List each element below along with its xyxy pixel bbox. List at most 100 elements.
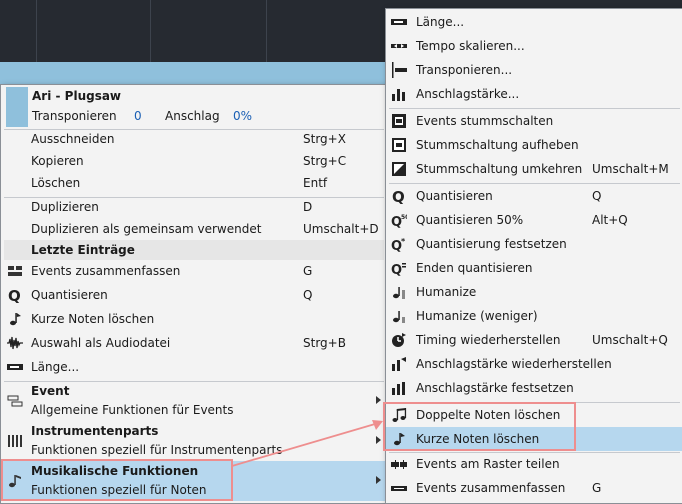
menu-item-duplicate[interactable]: Duplizieren D (1, 195, 387, 219)
menu-item-label: Events zusammenfassen (31, 264, 181, 278)
humanize-icon (393, 287, 405, 299)
invert-mute-icon (392, 162, 406, 176)
submenu-item-mute-events[interactable]: Events stummschalten (386, 109, 682, 133)
menu-item-label: Löschen (31, 176, 81, 190)
submenu-item-freeze-velocity[interactable]: Anschlagstärke festsetzen (386, 376, 682, 400)
freeze-velocity-icon (392, 382, 405, 395)
menu-group-desc: Allgemeine Funktionen für Events (31, 403, 234, 417)
submenu-item-restore-velocity[interactable]: Anschlagstärke wiederherstellen (386, 352, 682, 376)
transpose-icon (392, 62, 407, 78)
submenu-item-restore-timing[interactable]: Timing wiederherstellen Umschalt+Q (386, 328, 682, 352)
submenu-item-velocity[interactable]: Anschlagstärke... (386, 82, 682, 106)
svg-text:Q: Q (8, 287, 21, 303)
submenu-item-length[interactable]: Länge... (386, 10, 682, 34)
submenu-item-humanize[interactable]: Humanize (386, 280, 682, 304)
submenu-item-split-at-grid[interactable]: Events am Raster teilen (386, 452, 682, 476)
menu-group-title: Event (31, 384, 70, 398)
part-title: Ari - Plugsaw (32, 89, 122, 103)
menu-item-label: Kopieren (31, 154, 84, 168)
menu-item-cut[interactable]: Ausschneiden Strg+X (1, 127, 387, 151)
menu-group-event[interactable]: Event Allgemeine Funktionen für Events (1, 381, 387, 421)
svg-text:50: 50 (401, 214, 407, 221)
quantize-icon: Q (8, 287, 21, 303)
menu-item-label: Auswahl als Audiodatei (31, 336, 171, 350)
menu-item-label: Kurze Noten löschen (31, 312, 155, 326)
event-icon (7, 395, 23, 407)
menu-item-shortcut: Strg+B (303, 336, 346, 350)
mute-icon (392, 114, 406, 128)
menu-item-label: Duplizieren als gemeinsam verwendet (31, 222, 262, 236)
menu-item-duplicate-shared[interactable]: Duplizieren als gemeinsam verwendet Umsc… (1, 217, 387, 241)
menu-group-title: Instrumentenparts (31, 424, 159, 438)
submenu-item-quantize-freeze[interactable]: Q * Quantisierung festsetzen (386, 232, 682, 256)
svg-text:Q: Q (392, 188, 405, 204)
menu-item-shortcut: Strg+C (303, 154, 347, 168)
menu-item-label: Stummschaltung aufheben (416, 138, 579, 152)
menu-item-shortcut: Q (592, 189, 602, 203)
menu-item-label: Anschlagstärke... (416, 87, 520, 101)
submenu-item-humanize-less[interactable]: Humanize (weniger) (386, 304, 682, 328)
length-icon (7, 364, 23, 370)
menu-item-length[interactable]: Länge... (1, 355, 387, 379)
short-notes-icon (10, 313, 21, 326)
part-header: Ari - Plugsaw Transponieren 0 Anschlag 0… (4, 87, 384, 127)
recent-section-title: Letzte Einträge (31, 243, 135, 257)
length-icon (391, 19, 407, 25)
part-color-swatch (6, 87, 28, 127)
menu-item-delete[interactable]: Löschen Entf (1, 171, 387, 195)
humanize-less-icon (393, 311, 405, 323)
menu-item-shortcut: Q (303, 288, 313, 302)
submenu-item-invert-mute[interactable]: Stummschaltung umkehren Umschalt+M (386, 157, 682, 181)
menu-item-label: Events am Raster teilen (416, 457, 560, 471)
menu-item-label: Quantisieren 50% (416, 213, 524, 227)
submenu-arrow-icon (376, 476, 381, 484)
piano-icon (8, 435, 22, 447)
menu-item-label: Humanize (weniger) (416, 309, 538, 323)
menu-item-label: Quantisierung festsetzen (416, 237, 567, 251)
menu-item-label: Quantisieren (31, 288, 108, 302)
grid-line (150, 0, 151, 62)
menu-item-shortcut: Umschalt+Q (592, 333, 668, 347)
menu-group-instrument-parts[interactable]: Instrumentenparts Funktionen speziell fü… (1, 421, 387, 461)
submenu-item-tempo-scale[interactable]: Tempo skalieren... (386, 34, 682, 58)
quantize-icon: Q (392, 188, 405, 204)
menu-item-shortcut: Umschalt+D (303, 222, 379, 236)
menu-item-shortcut: D (303, 200, 313, 214)
quantize-50-icon: Q50 (391, 214, 407, 228)
menu-item-label: Ausschneiden (31, 132, 115, 146)
menu-item-shortcut: Entf (303, 176, 328, 190)
menu-item-label: Transponieren... (416, 63, 513, 77)
menu-item-label: Länge... (416, 15, 465, 29)
svg-text:Q: Q (391, 263, 402, 276)
submenu-item-transpose[interactable]: Transponieren... (386, 58, 682, 82)
menu-item-shortcut: Umschalt+M (592, 162, 669, 176)
unmute-icon (392, 138, 406, 152)
menu-item-label: Länge... (31, 360, 80, 374)
menu-item-shortcut: G (303, 264, 313, 278)
transpose-value[interactable]: 0 (134, 109, 142, 123)
waveform-icon (7, 336, 23, 350)
submenu-item-quantize-ends[interactable]: Q Enden quantisieren (386, 256, 682, 280)
annotation-box-short-notes (383, 402, 576, 451)
menu-item-merge-events[interactable]: Events zusammenfassen G (1, 259, 387, 283)
submenu-item-quantize-50[interactable]: Q50 Quantisieren 50% Alt+Q (386, 208, 682, 232)
menu-item-bounce-selection[interactable]: Auswahl als Audiodatei Strg+B (1, 331, 387, 355)
menu-item-label: Events zusammenfassen (416, 481, 566, 495)
svg-text:*: * (401, 237, 406, 246)
velocity-value[interactable]: 0% (233, 109, 252, 123)
submenu-item-unmute[interactable]: Stummschaltung aufheben (386, 133, 682, 157)
menu-item-quantize[interactable]: Q Quantisieren Q (1, 283, 387, 307)
annotation-box-musical-functions (1, 459, 233, 501)
merge-icon (8, 266, 22, 276)
menu-item-label: Enden quantisieren (416, 261, 533, 275)
menu-item-label: Timing wiederherstellen (416, 333, 561, 347)
menu-item-delete-short-notes[interactable]: Kurze Noten löschen (1, 307, 387, 331)
menu-item-label: Anschlagstärke festsetzen (416, 381, 574, 395)
menu-item-label: Anschlagstärke wiederherstellen (416, 357, 612, 371)
menu-item-shortcut: G (592, 481, 602, 495)
submenu-item-quantize[interactable]: Q Quantisieren Q (386, 184, 682, 208)
submenu-item-merge-events[interactable]: Events zusammenfassen G (386, 476, 682, 500)
menu-item-label: Tempo skalieren... (416, 39, 525, 53)
restore-timing-icon (392, 333, 406, 347)
menu-item-copy[interactable]: Kopieren Strg+C (1, 149, 387, 173)
